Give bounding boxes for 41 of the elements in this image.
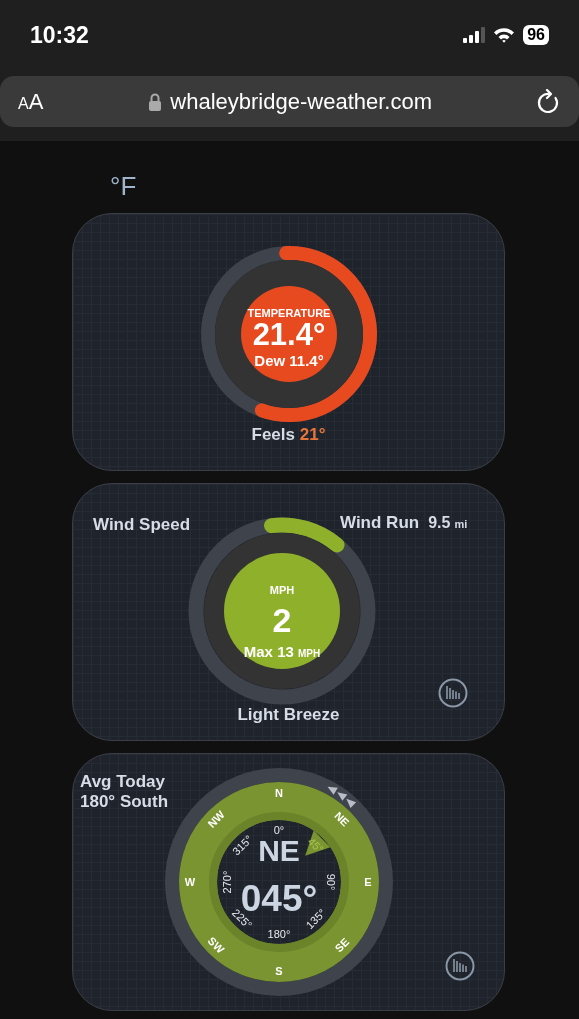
wind-speed-value: 2 bbox=[272, 601, 292, 639]
wind-run-unit: mi bbox=[454, 517, 468, 532]
dew-point-text: Dew 11.4° bbox=[253, 352, 324, 369]
degree-label: 270° bbox=[221, 870, 233, 894]
cardinal-label: SE bbox=[332, 935, 352, 955]
url-text[interactable]: whaleybridge-weather.com bbox=[170, 85, 433, 118]
max-speed-text: Max 13 MPH bbox=[243, 643, 321, 660]
wind-speed-title: Wind Speed bbox=[93, 514, 191, 536]
cardinal-label: E bbox=[364, 876, 372, 888]
average-label: Avg Today bbox=[80, 772, 165, 792]
degree-label: 0° bbox=[273, 824, 285, 836]
text-size-button[interactable]: AA bbox=[18, 85, 44, 118]
signal-icon bbox=[463, 27, 486, 43]
battery-level: 96 bbox=[523, 25, 549, 45]
unit-toggle[interactable]: °F bbox=[110, 169, 137, 203]
wifi-icon bbox=[493, 27, 516, 43]
degree-label: 180° bbox=[267, 928, 291, 940]
cardinal-label: N bbox=[275, 787, 283, 799]
cardinal-label: S bbox=[275, 965, 283, 977]
direction-heading: NE bbox=[258, 834, 300, 867]
lock-icon bbox=[148, 92, 163, 111]
status-time: 10:32 bbox=[30, 20, 89, 50]
feels-like-value: 21° bbox=[299, 425, 326, 444]
temperature-value: 21.4° bbox=[252, 317, 325, 352]
wind-description: Light Breeze bbox=[236, 704, 341, 726]
cardinal-label: SW bbox=[205, 934, 227, 956]
wind-run-value: 9.5 bbox=[428, 513, 451, 533]
chart-icon[interactable] bbox=[438, 678, 468, 708]
wind-arrows-icon bbox=[327, 786, 357, 808]
feels-like-label: Feels bbox=[251, 425, 295, 444]
degree-label: 45° bbox=[305, 835, 326, 856]
cardinal-label: NW bbox=[205, 808, 227, 830]
cardinal-label: NE bbox=[332, 809, 352, 829]
wind-run-label: Wind Run bbox=[340, 512, 420, 534]
temperature-label: TEMPERATURE bbox=[247, 307, 330, 319]
cardinal-label: W bbox=[184, 876, 196, 888]
average-direction: 180° South bbox=[80, 792, 169, 812]
speed-unit: MPH bbox=[269, 584, 295, 596]
reload-icon[interactable] bbox=[537, 88, 561, 115]
chart-icon[interactable] bbox=[445, 951, 475, 981]
degree-label: 90° bbox=[325, 873, 337, 891]
